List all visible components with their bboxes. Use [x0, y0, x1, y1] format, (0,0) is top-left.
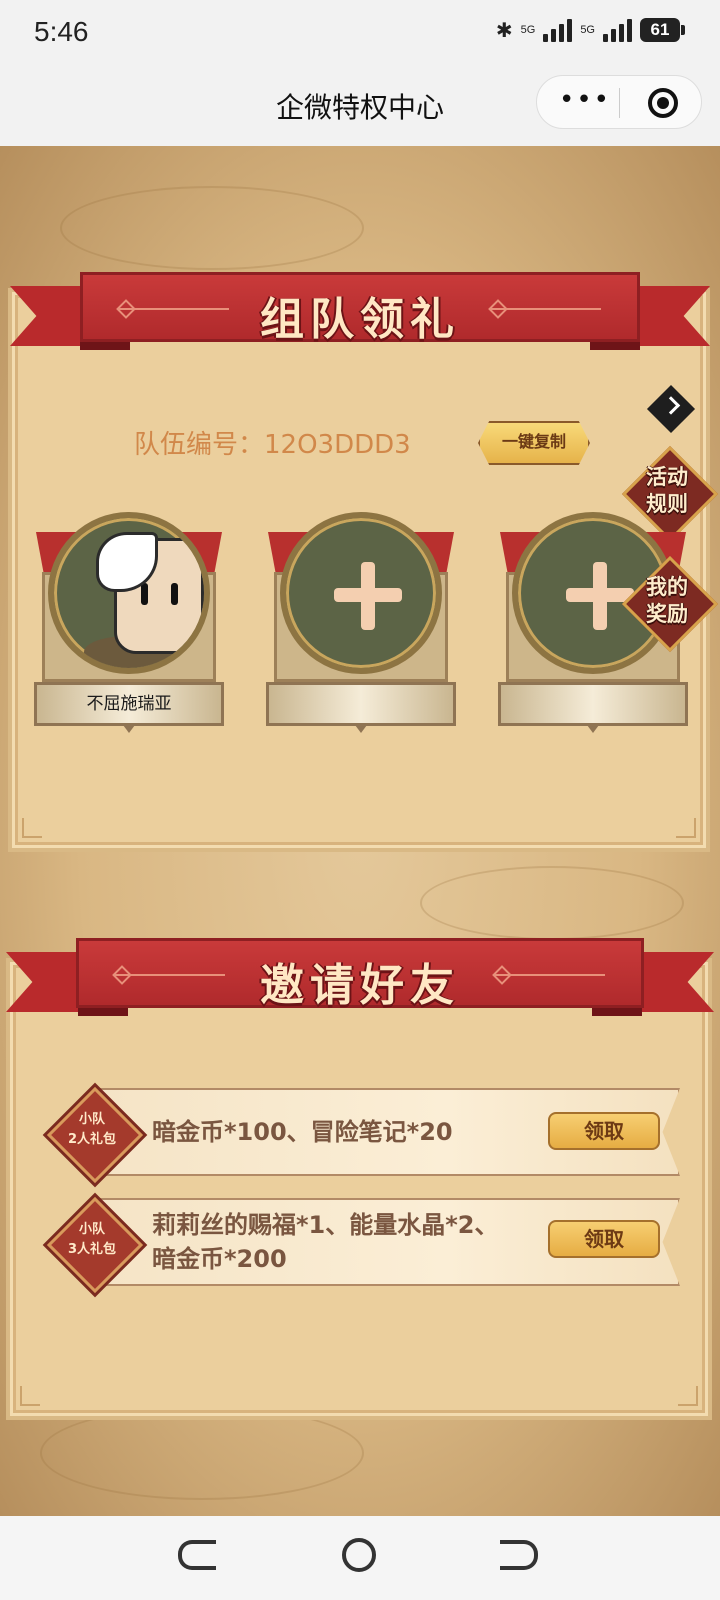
- member-name-plate: 不屈施瑞亚: [34, 682, 224, 726]
- recent-apps-nav-icon[interactable]: [500, 1540, 538, 1570]
- team-member-slot-2[interactable]: [266, 512, 456, 742]
- plate-pointer: [123, 725, 135, 733]
- system-navigation-bar: [0, 1516, 720, 1600]
- signal-icon: [543, 18, 573, 42]
- member-name-plate: [266, 682, 456, 726]
- target-close-icon[interactable]: [648, 88, 678, 118]
- avatar: [48, 512, 210, 674]
- avatar-eye: [141, 583, 148, 605]
- my-rewards-label: 我的 奖励: [646, 575, 688, 626]
- capsule-menu: •••: [536, 75, 702, 129]
- map-decoration: [420, 866, 684, 940]
- reward-text-line-1: 莉莉丝的赐福*1、能量水晶*2、: [152, 1211, 499, 1239]
- plus-icon: [593, 562, 607, 630]
- my-rewards-button[interactable]: 我的 奖励: [621, 555, 719, 653]
- badge-line-2: 2人礼包: [67, 1132, 117, 1147]
- map-decoration: [40, 1406, 364, 1500]
- bluetooth-icon: ✱: [495, 18, 513, 42]
- avatar-eye: [171, 583, 178, 605]
- map-decoration: [60, 186, 364, 270]
- badge-label: 小队 3人礼包: [48, 1220, 136, 1260]
- team-number: 队伍编号：12O3DDD3: [134, 430, 411, 460]
- activity-rules-label: 活动 规则: [646, 465, 688, 516]
- invite-banner: 邀请好友: [6, 938, 714, 1018]
- capsule-divider: [619, 88, 620, 118]
- badge-line-1: 小队: [78, 1222, 105, 1237]
- more-dots-icon[interactable]: •••: [559, 87, 611, 113]
- member-name-plate: [498, 682, 688, 726]
- home-nav-icon[interactable]: [342, 1538, 376, 1572]
- corner-ornament: [22, 818, 42, 838]
- plate-pointer: [355, 725, 367, 733]
- reward-row-3-person: 莉莉丝的赐福*1、能量水晶*2、 暗金币*200 领取 小队 3人礼包: [46, 1196, 680, 1294]
- banner-main: 邀请好友: [76, 938, 644, 1011]
- gift-pack-badge: 小队 3人礼包: [46, 1196, 144, 1294]
- badge-label: 小队 2人礼包: [48, 1110, 136, 1150]
- badge-line-1: 小队: [78, 1112, 105, 1127]
- copy-team-number-button[interactable]: 一键复制: [478, 421, 590, 465]
- network-type-2: 5G: [580, 23, 595, 36]
- corner-ornament: [676, 818, 696, 838]
- reward-text-line-2: 暗金币*200: [152, 1245, 287, 1273]
- mini-program-title-bar: 企微特权中心 •••: [0, 66, 720, 146]
- corner-ornament: [678, 1386, 698, 1406]
- claim-button[interactable]: 领取: [548, 1220, 660, 1258]
- invite-member-circle[interactable]: [280, 512, 442, 674]
- gift-pack-badge: 小队 2人礼包: [46, 1086, 144, 1184]
- battery-icon: 61: [640, 18, 685, 42]
- invite-section-title: 邀请好友: [260, 960, 460, 1011]
- reward-row-2-person: 暗金币*100、冒险笔记*20 领取 小队 2人礼包: [46, 1086, 680, 1184]
- badge-line-2: 3人礼包: [67, 1242, 117, 1257]
- network-type-1: 5G: [520, 23, 536, 36]
- team-banner: 组队领礼: [10, 272, 710, 352]
- status-bar: 5:46 ✱ 5G 5G 61: [0, 0, 720, 66]
- back-nav-icon[interactable]: [178, 1540, 216, 1570]
- status-time: 5:46: [34, 16, 89, 47]
- claim-button[interactable]: 领取: [548, 1112, 660, 1150]
- banner-main: 组队领礼: [80, 272, 640, 345]
- plate-pointer: [587, 725, 599, 733]
- corner-ornament: [20, 1386, 40, 1406]
- reward-text: 暗金币*100、冒险笔记*20: [152, 1118, 453, 1146]
- plus-icon: [361, 562, 375, 630]
- team-section-title: 组队领礼: [260, 294, 460, 345]
- status-icons: ✱ 5G 5G 61: [495, 18, 685, 42]
- team-member-slot-1[interactable]: 不屈施瑞亚: [34, 512, 224, 742]
- invite-panel: [6, 958, 712, 1420]
- signal-icon-2: [603, 18, 632, 42]
